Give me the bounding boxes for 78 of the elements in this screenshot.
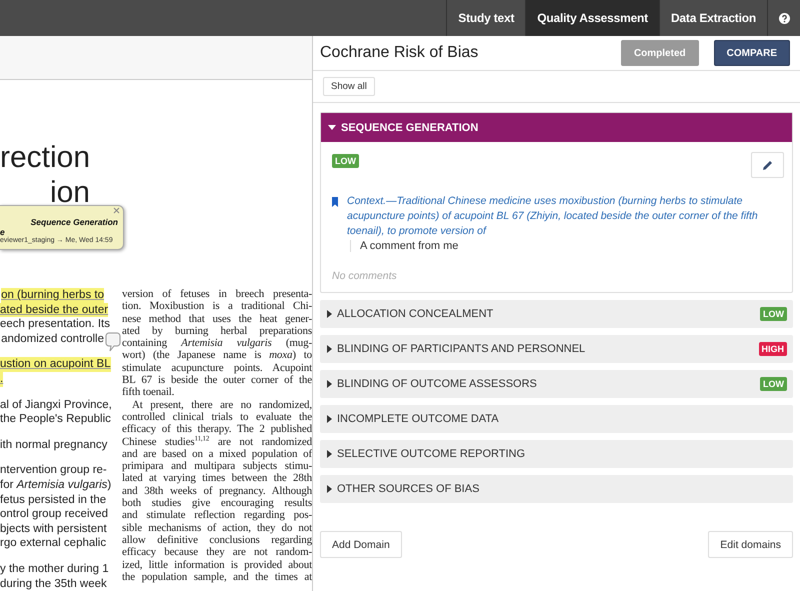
article-text: ated by burning herbal preparations: [122, 324, 312, 338]
article-text: rgo external cephalic: [0, 536, 106, 551]
note-text: e: [0, 227, 5, 237]
article-text: and are based on a mixed population of: [122, 448, 312, 460]
article-text: and stimulate reflection regarding pos-: [122, 509, 312, 522]
pencil-icon: [762, 160, 773, 170]
article-text: stimulate acupuncture points. Acupoint: [122, 362, 312, 374]
article-text: al of Jiangxi Province,: [0, 398, 112, 412]
domain-header[interactable]: BLINDING OF OUTCOME ASSESSORS LOW: [320, 370, 793, 398]
add-domain-button[interactable]: Add Domain: [320, 531, 402, 558]
article-text: fifth toenail.: [122, 386, 176, 399]
bookmark-icon: [332, 197, 338, 207]
article-text: tion. Moxibustion is a traditional Chi-: [122, 300, 312, 313]
article-text: At present, there are no randomized,: [131, 398, 312, 411]
risk-badge: LOW: [760, 307, 787, 322]
article-text: Chinese studies$^{11,12}$ are not randomized: [122, 436, 312, 448]
compare-button[interactable]: COMPARE: [714, 40, 790, 66]
help-icon[interactable]: [778, 12, 790, 24]
caret-right-icon: [327, 310, 332, 318]
article-text: efficacy because they are not random-: [122, 546, 312, 559]
article-text: andomized controlle: [1, 332, 104, 346]
article-text: efficacy of this therapy. The 2 published: [122, 423, 312, 436]
highlighted-text: ated beside the outer: [0, 302, 108, 318]
domain-header[interactable]: ALLOCATION CONCEALMENT LOW: [320, 300, 793, 328]
quote-text: Context.—Traditional Chinese medicine uses moxibustion (burning herbs to stimulate acupuncture points) of acupoint BL 67 (Zhiyin, located beside the outer corner of the fifth toenail), to promote version of: [347, 194, 759, 238]
article-title: rection: [0, 140, 90, 175]
risk-badge: LOW: [760, 377, 787, 392]
article-text: nese method that uses the heat gener-: [122, 312, 312, 325]
close-icon[interactable]: [113, 207, 120, 214]
domain-header[interactable]: OTHER SOURCES OF BIAS: [320, 475, 793, 504]
article-text: and 38th weeks of pregnancy. Although: [122, 484, 312, 498]
caret-down-icon: [328, 124, 336, 130]
article-title: ion: [48, 175, 90, 210]
risk-badge: LOW: [332, 154, 359, 168]
article-text: the People's Republic: [0, 412, 111, 427]
article-text: containing Artemisia vulgaris (mug-: [122, 337, 312, 350]
article-text: allow definitive conclusions regarding: [122, 534, 312, 546]
article-text: ized, little information is provided about: [122, 558, 312, 571]
nav-tab[interactable]: Quality Assessment: [525, 0, 659, 36]
caret-right-icon: [327, 450, 332, 458]
article-text: y the mother during 1: [0, 562, 109, 576]
caret-right-icon: [327, 485, 332, 494]
article-text: ontrol group received: [0, 507, 108, 522]
article-text: controlled clinical trials to evaluate the: [122, 410, 312, 424]
caret-right-icon: [327, 380, 332, 388]
article-text: ith normal pregnancy: [0, 438, 108, 452]
panel-title: Cochrane Risk of Bias: [320, 44, 480, 62]
article-text: BL 67 is beside the outer corner of the: [122, 374, 312, 386]
domain-header[interactable]: INCOMPLETE OUTCOME DATA: [320, 405, 793, 434]
highlighted-text: on (burning herbs to: [1, 288, 104, 303]
article-text: the population sample, and the times at: [122, 570, 312, 584]
article-text: for Artemisia vulgaris): [0, 478, 112, 493]
article-text: lated at varying times between the 28th: [122, 472, 312, 485]
caret-right-icon: [327, 345, 332, 354]
article-text: during the 35th week: [0, 576, 107, 591]
article-text: sible mechanisms of action, they do not: [122, 522, 312, 534]
article-text: version of fetuses in breech presenta-: [122, 288, 312, 300]
article-text: ntervention group re-: [0, 463, 107, 478]
no-comments-text: No comments: [332, 270, 398, 282]
article-text: eech presentation. Its: [0, 317, 110, 332]
edit-domains-button[interactable]: Edit domains: [708, 531, 793, 558]
article-text: wort) (the Japanese name is moxa) to: [122, 349, 312, 362]
article-text: bjects with persistent: [0, 522, 107, 536]
comment-bubble-icon[interactable]: [105, 332, 121, 352]
domain-header[interactable]: BLINDING OF PARTICIPANTS AND PERSONNEL HIGH: [320, 335, 793, 364]
note-title: Sequence Generation: [30, 217, 118, 227]
article-text: primipara and multipara subjects stimu-: [122, 460, 312, 472]
highlighted-text: .: [0, 372, 4, 387]
show-all-button[interactable]: Show all: [323, 77, 375, 96]
article-text: both studies give encouraging results: [122, 497, 312, 510]
risk-badge: HIGH: [758, 342, 787, 356]
edit-button[interactable]: [751, 152, 784, 178]
domain-header[interactable]: SELECTIVE OUTCOME REPORTING: [320, 440, 793, 468]
caret-right-icon: [327, 415, 332, 424]
comment-text: A comment from me: [350, 240, 784, 252]
domain-header[interactable]: SEQUENCE GENERATION: [321, 113, 792, 142]
article-text: fetus persisted in the: [0, 492, 106, 508]
highlighted-text: ustion on acupoint BL: [0, 357, 111, 372]
